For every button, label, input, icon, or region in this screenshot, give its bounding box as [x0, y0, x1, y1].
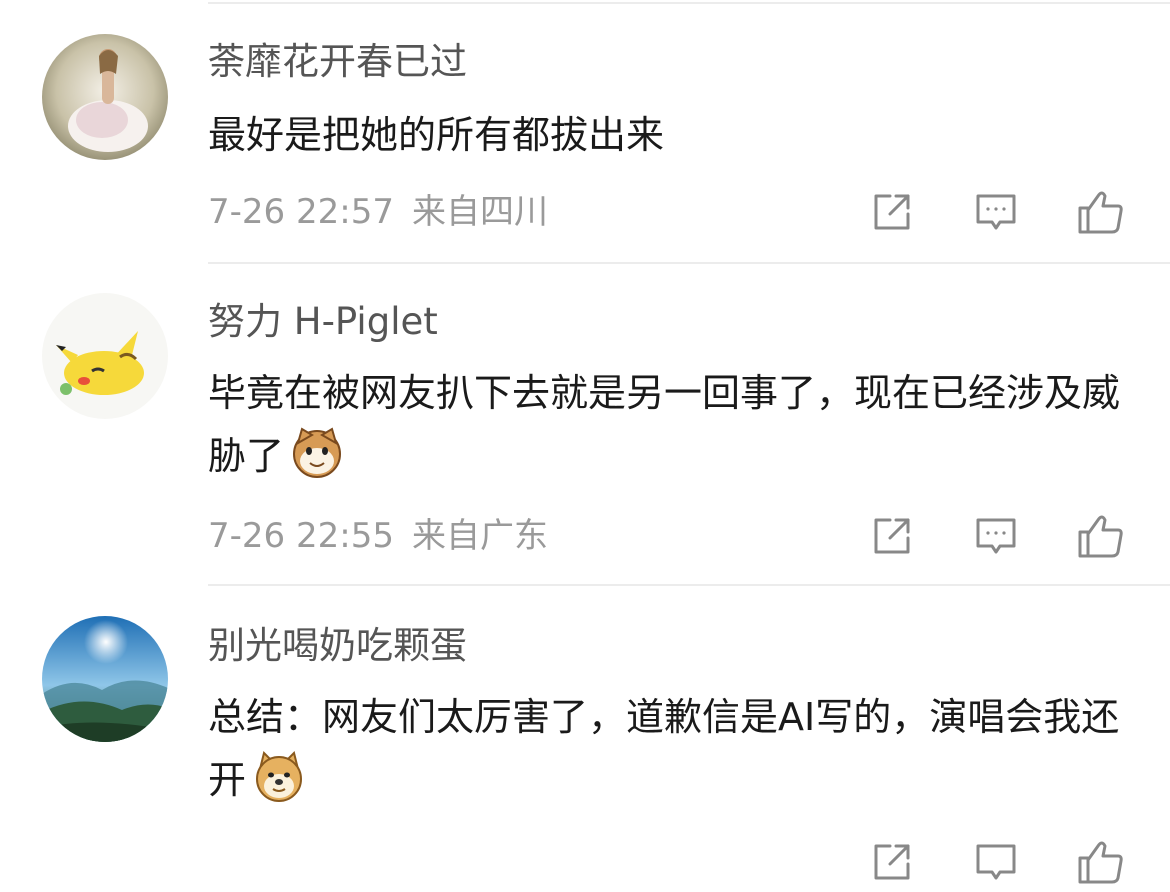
username[interactable]: 别光喝奶吃颗蛋 — [208, 624, 467, 668]
username[interactable]: 努力 H-Piglet — [208, 300, 438, 344]
location: 来自四川 — [411, 192, 548, 232]
comment-item: 努力 H-Piglet 毕竟在被网友扒下去就是另一回事了，现在已经涉及威胁了 7… — [0, 264, 1170, 584]
comment-item: 荼靡花开春已过 最好是把她的所有都拔出来 7-26 22:57 来自四川 — [0, 0, 1170, 262]
username[interactable]: 荼靡花开春已过 — [208, 40, 467, 84]
comment-item: 别光喝奶吃颗蛋 总结：网友们太厉害了，道歉信是AI写的，演唱会我还开 — [0, 586, 1170, 884]
comment-actions — [860, 832, 1140, 892]
comment-actions — [860, 182, 1140, 242]
comment-meta: 7-26 22:55 来自广东 — [208, 516, 548, 556]
share-icon[interactable] — [862, 506, 922, 566]
comment-icon[interactable] — [966, 182, 1026, 242]
comment-icon[interactable] — [966, 506, 1026, 566]
doge-emoji — [252, 749, 306, 803]
avatar[interactable] — [42, 34, 168, 160]
avatar[interactable] — [42, 293, 168, 419]
share-icon[interactable] — [862, 832, 922, 892]
timestamp: 7-26 22:57 — [208, 192, 394, 232]
comment-icon[interactable] — [966, 832, 1026, 892]
cat-face-emoji — [290, 425, 344, 479]
like-icon[interactable] — [1070, 832, 1130, 892]
timestamp: 7-26 22:55 — [208, 516, 394, 556]
share-icon[interactable] — [862, 182, 922, 242]
avatar[interactable] — [42, 616, 168, 742]
comment-text: 毕竟在被网友扒下去就是另一回事了，现在已经涉及威胁了 — [208, 371, 1121, 479]
comment-meta: 7-26 22:57 来自四川 — [208, 192, 548, 232]
like-icon[interactable] — [1070, 182, 1130, 242]
comment-text: 最好是把她的所有都拔出来 — [208, 113, 665, 157]
location: 来自广东 — [411, 516, 548, 556]
comment-actions — [860, 506, 1140, 566]
like-icon[interactable] — [1070, 506, 1130, 566]
comment-text: 总结：网友们太厉害了，道歉信是AI写的，演唱会我还开 — [208, 695, 1120, 803]
